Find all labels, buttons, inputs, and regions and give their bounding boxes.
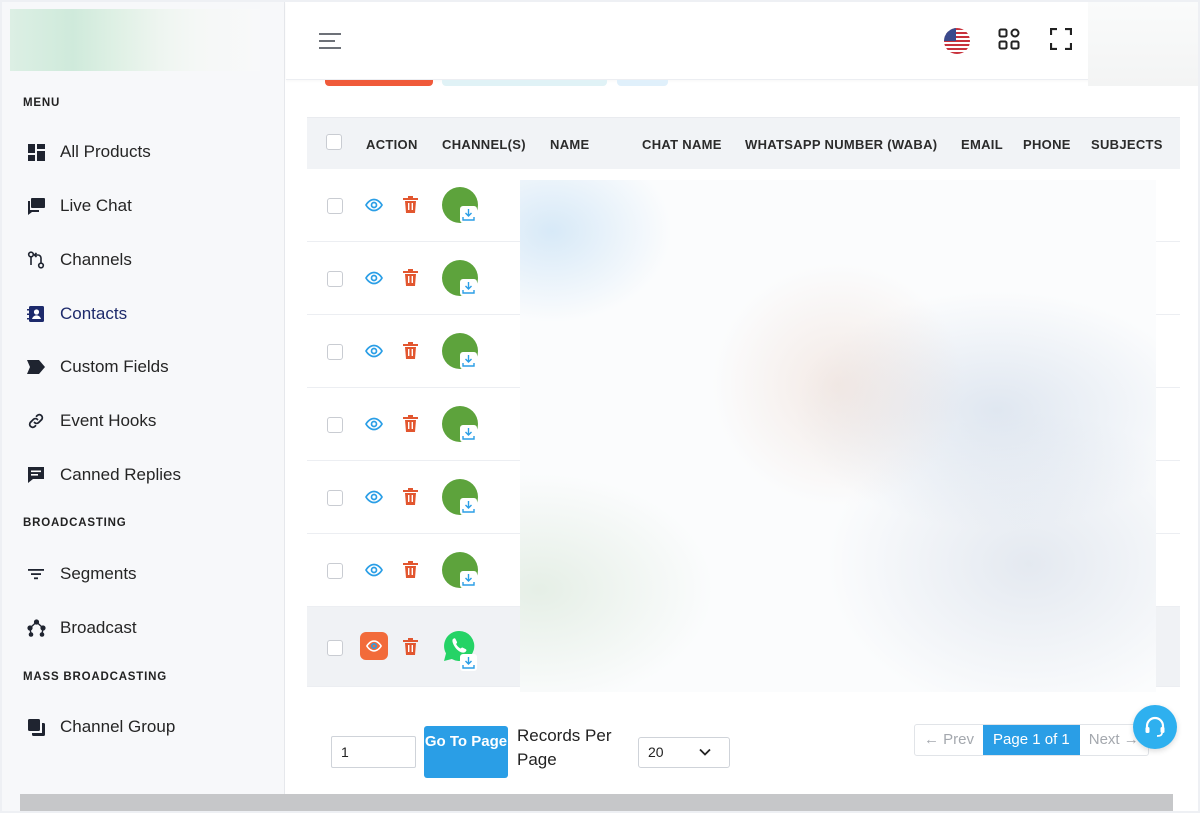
view-eye-icon[interactable] [360,632,388,660]
sidebar-item-all-products[interactable]: All Products [26,137,151,167]
blurred-contact-data [520,180,1156,692]
action-button-edge[interactable] [325,80,433,86]
sidebar-item-label: All Products [60,142,151,161]
column-header-email[interactable]: EMAIL [961,137,1003,152]
sidebar-item-event-hooks[interactable]: Event Hooks [26,406,156,436]
grid-icon [26,142,46,162]
section-label-broadcasting: BROADCASTING [23,517,127,529]
menu-toggle-icon[interactable] [318,30,344,52]
tag-icon [26,357,46,377]
column-header-name[interactable]: NAME [550,137,589,152]
download-icon[interactable] [460,352,477,369]
horizontal-scrollbar[interactable] [20,794,1173,811]
row-checkbox[interactable] [327,417,343,433]
delete-trash-icon[interactable] [403,342,418,359]
view-eye-icon[interactable] [365,415,383,433]
row-checkbox[interactable] [327,490,343,506]
download-icon[interactable] [460,206,477,223]
row-checkbox[interactable] [327,640,343,656]
view-eye-icon[interactable] [365,269,383,287]
view-eye-icon[interactable] [365,196,383,214]
broadcast-icon [26,618,46,638]
sidebar-item-label: Broadcast [60,618,137,637]
sidebar-item-custom-fields[interactable]: Custom Fields [26,352,169,382]
action-button-edge[interactable] [617,80,668,86]
pagination-control: ← Prev Page 1 of 1 Next → [914,724,1149,756]
download-icon[interactable] [460,571,477,588]
view-eye-icon[interactable] [365,342,383,360]
support-headset-icon[interactable] [1133,705,1177,749]
sidebar-item-contacts[interactable]: Contacts [26,299,127,329]
column-header-whatsapp-number[interactable]: WHATSAPP NUMBER (WABA) [745,137,937,152]
records-per-page-label: Records Per Page [517,726,612,769]
fullscreen-icon[interactable] [1049,27,1073,51]
delete-trash-icon[interactable] [403,561,418,578]
row-checkbox[interactable] [327,344,343,360]
section-label-menu: MENU [23,97,61,109]
page-number-input[interactable]: 1 [331,736,416,768]
channel-group-icon [26,717,46,737]
sidebar-item-label: Contacts [60,304,128,323]
prev-page-button[interactable]: ← Prev [915,725,983,755]
delete-trash-icon[interactable] [403,488,418,505]
apps-grid-icon[interactable] [998,28,1020,50]
delete-trash-icon[interactable] [403,415,418,432]
download-icon[interactable] [460,498,477,515]
delete-trash-icon[interactable] [403,269,418,286]
delete-trash-icon[interactable] [403,638,418,655]
blurred-user-area [1088,2,1198,86]
delete-trash-icon[interactable] [403,196,418,213]
current-page-indicator: Page 1 of 1 [983,725,1080,755]
app-window: MENU All Products Live Chat Channels Con… [2,2,1198,811]
sidebar-item-label: Event Hooks [60,411,157,430]
go-to-page-button[interactable]: Go To Page [424,726,508,778]
download-icon[interactable] [460,654,477,671]
chat-icon [26,196,46,216]
sidebar-item-broadcast[interactable]: Broadcast [26,613,137,643]
sidebar-item-label: Segments [60,564,137,583]
column-header-channels[interactable]: CHANNEL(S) [442,137,526,152]
canned-reply-icon [26,465,46,485]
records-per-page-select[interactable]: 20 [638,737,730,768]
download-icon[interactable] [460,425,477,442]
sidebar-item-label: Canned Replies [60,465,181,484]
sidebar-item-label: Live Chat [60,196,132,215]
sidebar-item-channel-group[interactable]: Channel Group [26,712,175,742]
sidebar-item-label: Custom Fields [60,357,169,376]
column-header-action[interactable]: ACTION [366,137,418,152]
action-button-edge[interactable] [442,80,607,86]
sidebar-item-channels[interactable]: Channels [26,245,132,275]
sidebar-item-live-chat[interactable]: Live Chat [26,191,132,221]
view-eye-icon[interactable] [365,488,383,506]
top-bar [286,2,1198,80]
sidebar-item-canned-replies[interactable]: Canned Replies [26,460,181,490]
sidebar-item-segments[interactable]: Segments [26,559,137,589]
channels-icon [26,250,46,270]
contacts-icon [26,304,46,324]
filter-icon [26,564,46,584]
row-checkbox[interactable] [327,198,343,214]
sidebar-item-label: Channels [60,250,132,269]
chevron-down-icon [699,748,711,756]
logo [10,9,260,71]
us-flag-icon[interactable] [944,28,970,54]
column-header-chat-name[interactable]: CHAT NAME [642,137,722,152]
link-icon [26,411,46,431]
table-header: ACTION CHANNEL(S) NAME CHAT NAME WHATSAP… [307,117,1180,169]
records-per-page-value: 20 [648,744,664,760]
row-checkbox[interactable] [327,271,343,287]
view-eye-icon[interactable] [365,561,383,579]
column-header-phone[interactable]: PHONE [1023,137,1071,152]
sidebar-item-label: Channel Group [60,717,176,736]
select-all-checkbox[interactable] [326,134,342,150]
section-label-mass-broadcasting: MASS BROADCASTING [23,671,167,683]
download-icon[interactable] [460,279,477,296]
sidebar: MENU All Products Live Chat Channels Con… [2,2,285,811]
column-header-subjects[interactable]: SUBJECTS [1091,137,1163,152]
row-checkbox[interactable] [327,563,343,579]
